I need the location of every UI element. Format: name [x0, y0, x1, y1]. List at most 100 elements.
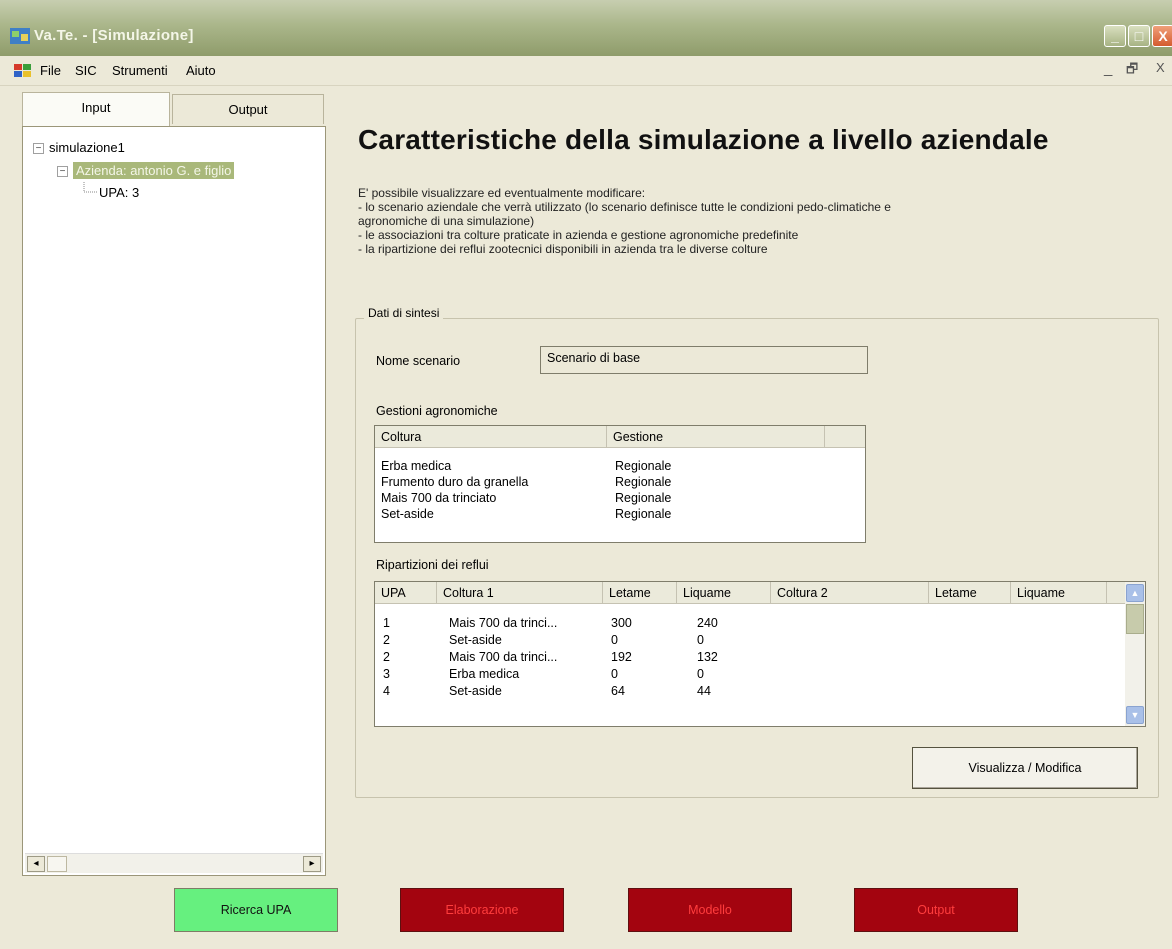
scroll-down-icon[interactable]: ▼	[1126, 706, 1144, 724]
scroll-left-icon[interactable]: ◂	[27, 856, 45, 872]
menu-sic[interactable]: SIC	[75, 63, 97, 78]
page-title: Caratteristiche della simulazione a live…	[358, 124, 1049, 155]
elaborazione-button[interactable]: Elaborazione	[400, 888, 564, 932]
column-header-coltura-1[interactable]: Coltura 1	[437, 582, 603, 604]
minimize-button[interactable]: _	[1104, 25, 1126, 47]
tree-node-simulation[interactable]: simulazione1	[49, 140, 125, 155]
listview-header: Coltura Gestione	[375, 426, 865, 448]
mdi-minimize-button[interactable]: _	[1104, 60, 1112, 77]
column-header-upa[interactable]: UPA	[375, 582, 437, 604]
intro-line: - le associazioni tra colture praticate …	[358, 228, 799, 242]
cell-liquame: 132	[697, 650, 718, 664]
cell-coltura: Mais 700 da trinci...	[449, 650, 558, 664]
table-row[interactable]: 4 Set-aside 64 44	[375, 683, 1145, 699]
cell-gestione: Regionale	[615, 475, 672, 489]
column-header-letame-2[interactable]: Letame	[929, 582, 1011, 604]
tab-output[interactable]: Output	[172, 94, 324, 124]
cell-upa: 3	[383, 667, 390, 681]
cell-liquame: 240	[697, 616, 718, 630]
column-header-empty[interactable]	[825, 426, 865, 448]
column-header-coltura-2[interactable]: Coltura 2	[771, 582, 929, 604]
ripartizioni-label: Ripartizioni dei reflui	[376, 558, 489, 572]
table-row[interactable]: Frumento duro da granella Regionale	[375, 474, 865, 490]
menu-aiuto[interactable]: Aiuto	[186, 63, 216, 78]
ricerca-upa-button[interactable]: Ricerca UPA	[174, 888, 338, 932]
close-button[interactable]: X	[1152, 25, 1172, 47]
cell-coltura: Set-aside	[381, 507, 434, 521]
cell-liquame: 0	[697, 633, 704, 647]
menu-strumenti[interactable]: Strumenti	[112, 63, 168, 78]
cell-upa: 2	[383, 633, 390, 647]
collapse-toggle-icon[interactable]: −	[33, 143, 44, 154]
cell-coltura: Frumento duro da granella	[381, 475, 529, 489]
cell-letame: 0	[611, 633, 618, 647]
window-title: Va.Te. - [Simulazione]	[34, 27, 194, 44]
visualizza-modifica-button[interactable]: Visualizza / Modifica	[912, 747, 1138, 789]
column-header-liquame-2[interactable]: Liquame	[1011, 582, 1107, 604]
column-header-liquame[interactable]: Liquame	[677, 582, 771, 604]
simulation-tree: − simulazione1 − Azienda: antonio G. e f…	[22, 126, 326, 876]
cell-gestione: Regionale	[615, 491, 672, 505]
intro-line: E' possibile visualizzare ed eventualmen…	[358, 186, 646, 200]
intro-text: E' possibile visualizzare ed eventualmen…	[358, 186, 1148, 256]
cell-coltura: Erba medica	[449, 667, 520, 681]
horizontal-scrollbar[interactable]: ◂ ▸	[25, 853, 323, 873]
scroll-thumb[interactable]	[47, 856, 67, 872]
cell-upa: 2	[383, 650, 390, 664]
cell-coltura: Set-aside	[449, 633, 502, 647]
scroll-thumb[interactable]	[1126, 604, 1144, 634]
mdi-close-button[interactable]: X	[1156, 60, 1165, 75]
maximize-button[interactable]: □	[1128, 25, 1150, 47]
table-row[interactable]: 2 Mais 700 da trinci... 192 132	[375, 649, 1145, 665]
output-button[interactable]: Output	[854, 888, 1018, 932]
mdi-restore-button[interactable]: 🗗	[1126, 60, 1138, 82]
cell-gestione: Regionale	[615, 507, 672, 521]
cell-upa: 4	[383, 684, 390, 698]
scroll-up-icon[interactable]: ▲	[1126, 584, 1144, 602]
menu-file[interactable]: File	[40, 63, 61, 78]
gestioni-listview[interactable]: Coltura Gestione Erba medica Regionale F…	[374, 425, 866, 543]
tree-node-upa[interactable]: UPA: 3	[99, 185, 139, 200]
title-bar: Va.Te. - [Simulazione] _ □ X	[0, 0, 1172, 56]
column-header-letame[interactable]: Letame	[603, 582, 677, 604]
tree-node-company[interactable]: Azienda: antonio G. e figlio	[73, 162, 235, 179]
collapse-toggle-icon[interactable]: −	[57, 166, 68, 177]
table-row[interactable]: Set-aside Regionale	[375, 506, 865, 522]
modello-button[interactable]: Modello	[628, 888, 792, 932]
cell-coltura: Set-aside	[449, 684, 502, 698]
scenario-name-field[interactable]: Scenario di base	[540, 346, 868, 374]
menu-bar: File SIC Strumenti Aiuto _ 🗗 X	[0, 56, 1172, 86]
column-header-coltura[interactable]: Coltura	[375, 426, 607, 448]
intro-line: agronomiche di una simulazione)	[358, 214, 535, 228]
table-row[interactable]: 3 Erba medica 0 0	[375, 666, 1145, 682]
table-row[interactable]: Mais 700 da trinciato Regionale	[375, 490, 865, 506]
input-output-tabs: Input Output	[22, 92, 324, 126]
groupbox-title: Dati di sintesi	[364, 306, 444, 320]
gestioni-label: Gestioni agronomiche	[376, 404, 498, 418]
cell-letame: 300	[611, 616, 632, 630]
cell-coltura: Mais 700 da trinci...	[449, 616, 558, 630]
table-row[interactable]: 1 Mais 700 da trinci... 300 240	[375, 615, 1145, 631]
cell-upa: 1	[383, 616, 390, 630]
intro-line: - la ripartizione dei reflui zootecnici …	[358, 242, 768, 256]
app-icon	[10, 28, 30, 44]
cell-coltura: Erba medica	[381, 459, 452, 473]
column-header-gestione[interactable]: Gestione	[607, 426, 825, 448]
cell-liquame: 0	[697, 667, 704, 681]
cell-gestione: Regionale	[615, 459, 672, 473]
mdi-child-icon	[14, 64, 31, 77]
table-row[interactable]: 2 Set-aside 0 0	[375, 632, 1145, 648]
scroll-right-icon[interactable]: ▸	[303, 856, 321, 872]
cell-letame: 192	[611, 650, 632, 664]
intro-line: - lo scenario aziendale che verrà utiliz…	[358, 200, 891, 214]
cell-liquame: 44	[697, 684, 711, 698]
cell-letame: 0	[611, 667, 618, 681]
ripartizioni-listview[interactable]: UPA Coltura 1 Letame Liquame Coltura 2 L…	[374, 581, 1146, 727]
cell-letame: 64	[611, 684, 625, 698]
cell-coltura: Mais 700 da trinciato	[381, 491, 497, 505]
table-row[interactable]: Erba medica Regionale	[375, 458, 865, 474]
vertical-scrollbar[interactable]: ▲ ▼	[1125, 582, 1145, 726]
scenario-label: Nome scenario	[376, 354, 461, 368]
listview-header: UPA Coltura 1 Letame Liquame Coltura 2 L…	[375, 582, 1127, 604]
tab-input[interactable]: Input	[22, 92, 170, 126]
